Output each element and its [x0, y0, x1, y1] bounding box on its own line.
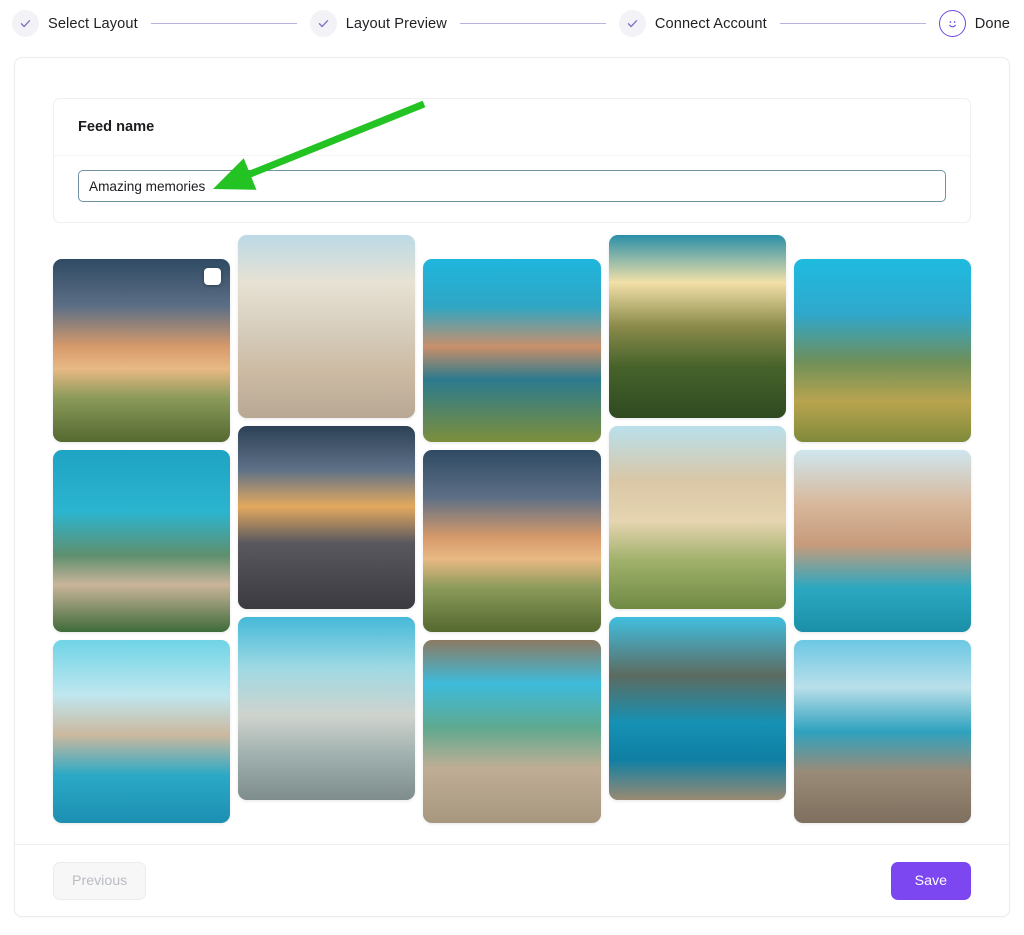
step-layout-preview[interactable]: Layout Preview	[309, 10, 447, 37]
photo-thumbnail	[238, 235, 416, 418]
photo-grid-column	[238, 235, 416, 823]
photo-tile[interactable]	[423, 640, 601, 824]
feed-name-label: Feed name	[78, 119, 155, 135]
photo-thumbnail	[608, 617, 786, 800]
photo-thumbnail	[238, 617, 416, 800]
check-icon	[618, 10, 646, 37]
photo-thumbnail	[608, 235, 786, 418]
step-label: Done	[974, 15, 1011, 32]
step-label: Layout Preview	[345, 15, 447, 32]
wizard-footer: Previous Save	[15, 844, 1009, 916]
step-done[interactable]: Done	[938, 10, 1011, 37]
photo-thumbnail	[53, 449, 231, 633]
photo-tile[interactable]	[608, 235, 786, 418]
wizard-card: Feed name Previous Save	[14, 57, 1010, 917]
photo-thumbnail	[608, 426, 786, 609]
photo-tile[interactable]	[423, 259, 601, 442]
photo-thumbnail	[423, 259, 601, 442]
photo-tile[interactable]	[238, 235, 416, 418]
photo-select-checkbox[interactable]	[204, 268, 222, 285]
step-connector-2	[459, 22, 606, 25]
feed-name-body	[53, 155, 971, 223]
photo-tile[interactable]	[608, 617, 786, 800]
photo-thumbnail	[793, 259, 972, 442]
photo-thumbnail	[238, 426, 416, 609]
photo-thumbnail	[53, 640, 231, 824]
photo-thumbnail	[423, 640, 601, 824]
photo-thumbnail	[53, 259, 231, 442]
photo-tile[interactable]	[793, 259, 972, 442]
photo-tile[interactable]	[238, 426, 416, 609]
check-icon	[12, 10, 39, 37]
photo-tile[interactable]	[793, 449, 972, 633]
photo-tile[interactable]	[423, 449, 601, 633]
photo-tile[interactable]	[53, 640, 231, 824]
photo-grid-column	[793, 259, 972, 824]
step-connect-account[interactable]: Connect Account	[618, 10, 767, 37]
step-label: Connect Account	[654, 15, 767, 32]
step-connector-3	[779, 22, 926, 25]
step-label: Select Layout	[48, 15, 138, 32]
check-icon	[309, 10, 337, 37]
photo-tile[interactable]	[53, 449, 231, 633]
photo-grid	[15, 223, 1009, 824]
photo-thumbnail	[793, 449, 972, 633]
previous-button[interactable]: Previous	[53, 861, 147, 900]
photo-tile[interactable]	[793, 640, 972, 824]
feed-name-header: Feed name	[53, 98, 971, 155]
photo-thumbnail	[793, 640, 972, 824]
smiley-face-icon	[938, 10, 966, 37]
step-select-layout[interactable]: Select Layout	[12, 10, 138, 37]
photo-thumbnail	[423, 449, 601, 633]
photo-tile[interactable]	[53, 259, 231, 442]
photo-tile[interactable]	[238, 617, 416, 800]
save-button[interactable]: Save	[890, 861, 971, 900]
wizard-stepper: Select Layout Layout Preview Connect Acc…	[0, 0, 1024, 47]
feed-name-section: Feed name	[53, 98, 971, 223]
photo-grid-column	[423, 259, 601, 824]
photo-tile[interactable]	[608, 426, 786, 609]
photo-grid-column	[608, 235, 786, 823]
photo-grid-column	[53, 259, 231, 824]
step-connector-1	[150, 22, 297, 25]
feed-name-input[interactable]	[78, 170, 946, 202]
